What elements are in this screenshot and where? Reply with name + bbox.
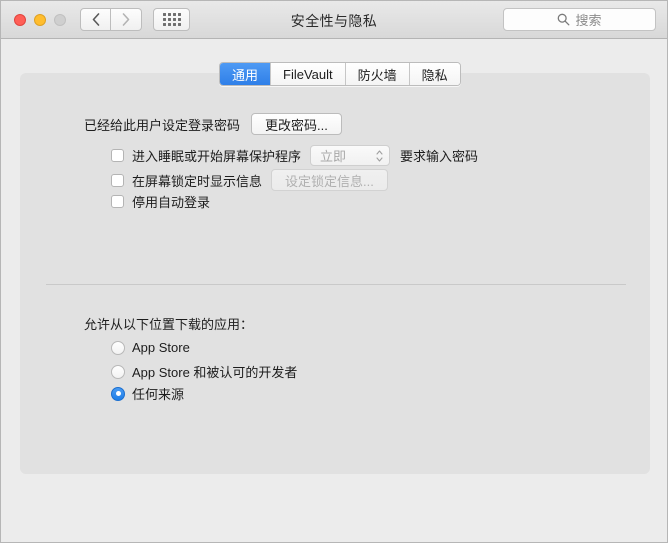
radio-label-app-store: App Store bbox=[132, 340, 190, 355]
tab-general[interactable]: 通用 bbox=[220, 63, 272, 85]
radio-anywhere[interactable] bbox=[111, 386, 125, 401]
change-password-button[interactable]: 更改密码... bbox=[251, 113, 342, 135]
password-status-label: 已经给此用户设定登录密码 bbox=[84, 117, 241, 133]
search-input[interactable]: 搜索 bbox=[503, 8, 656, 31]
radio-label-app-store-and-identified-developers: App Store 和被认可的开发者 bbox=[132, 365, 298, 380]
search-placeholder: 搜索 bbox=[575, 13, 602, 28]
tab-filevault[interactable]: FileVault bbox=[271, 63, 346, 85]
tab-bar: 通用 FileVault 防火墙 隐私 bbox=[219, 62, 461, 86]
checkbox-row-require-password: 进入睡眠或开始屏幕保护程序 立即 要求输入密码 bbox=[111, 145, 478, 166]
sleep-delay-select[interactable]: 立即 bbox=[310, 145, 391, 166]
radio-app-store-and-identified-developers[interactable] bbox=[111, 364, 125, 379]
radio-label-anywhere: 任何来源 bbox=[132, 387, 185, 402]
radio-row-app-store[interactable]: App Store bbox=[111, 340, 190, 355]
checkbox-show-lock-message[interactable] bbox=[111, 173, 124, 187]
search-icon bbox=[558, 13, 570, 26]
radio-row-anywhere[interactable]: 任何来源 bbox=[111, 384, 184, 403]
password-status-row: 已经给此用户设定登录密码 更改密码... bbox=[84, 113, 342, 135]
bottom-bar: 点按锁按钮以防止再次更改。 高级... ? bbox=[1, 474, 667, 542]
checkbox-row-show-lock-message: 在屏幕锁定时显示信息 设定锁定信息... bbox=[111, 169, 388, 191]
checkbox-disable-auto-login[interactable] bbox=[111, 195, 124, 208]
set-lock-message-button[interactable]: 设定锁定信息... bbox=[271, 169, 388, 191]
require-password-trailing-label: 要求输入密码 bbox=[400, 149, 479, 164]
checkbox-require-password[interactable] bbox=[111, 149, 124, 162]
radio-row-app-store-and-identified-developers[interactable]: App Store 和被认可的开发者 bbox=[111, 362, 297, 381]
download-sources-title: 允许从以下位置下载的应用： bbox=[84, 317, 254, 332]
checkbox-label-require-password: 进入睡眠或开始屏幕保护程序 bbox=[132, 149, 302, 164]
checkbox-label-disable-auto-login: 停用自动登录 bbox=[132, 195, 211, 210]
tab-privacy[interactable]: 隐私 bbox=[409, 63, 460, 85]
checkbox-label-show-lock-message: 在屏幕锁定时显示信息 bbox=[132, 173, 263, 189]
radio-app-store[interactable] bbox=[111, 340, 125, 355]
checkbox-row-disable-auto-login: 停用自动登录 bbox=[111, 192, 210, 211]
tab-firewall[interactable]: 防火墙 bbox=[345, 63, 410, 85]
security-privacy-window: 安全性与隐私 搜索 通用 FileVault 防火墙 隐私 已经给此用户设定登录… bbox=[0, 0, 668, 543]
stepper-updown-icon bbox=[376, 149, 383, 162]
window-titlebar: 安全性与隐私 搜索 bbox=[1, 1, 667, 39]
sleep-delay-value: 立即 bbox=[320, 149, 347, 164]
section-divider bbox=[46, 284, 626, 285]
